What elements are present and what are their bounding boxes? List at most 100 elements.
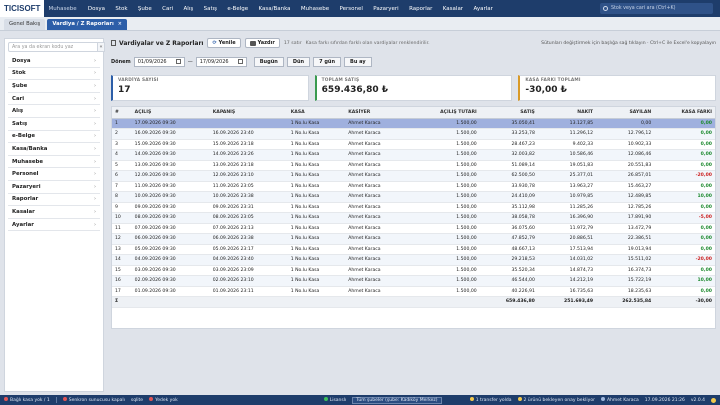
column-header-nakit[interactable]: NAKİT: [537, 107, 597, 119]
sidebar-item-dosya[interactable]: Dosya ›: [8, 55, 100, 68]
menu-cari[interactable]: Cari: [157, 6, 178, 12]
cell-sales: 35.520,34: [479, 265, 538, 276]
menu-muhasebe[interactable]: Muhasebe: [296, 6, 335, 12]
cell-sales: 24.410,09: [479, 191, 538, 203]
column-header-acilis[interactable]: AÇILIŞ: [131, 107, 210, 119]
date-from-input[interactable]: 01/09/2026: [133, 56, 185, 67]
search-icon: [603, 6, 608, 11]
cell-cash-diff: 0,00: [654, 160, 715, 171]
menu-alis[interactable]: Alış: [178, 6, 198, 12]
status-approval[interactable]: 2 ürünü bekleyen onay bekliyor: [517, 397, 595, 403]
today-button[interactable]: Bugün: [253, 56, 284, 67]
table-row[interactable]: 13 05.09.2026 09:30 05.09.2026 23:17 1 No.l…: [112, 244, 715, 255]
menu-e-belge[interactable]: e-Belge: [222, 6, 253, 12]
chevron-right-icon: ›: [94, 221, 96, 228]
sidebar-item-sube[interactable]: Şube ›: [8, 80, 100, 93]
column-header-[interactable]: #: [112, 107, 132, 119]
table-row[interactable]: 8 10.09.2026 09:30 10.09.2026 23:38 1 No.lu…: [112, 191, 715, 203]
menu-stok[interactable]: Stok: [110, 6, 133, 12]
table-row[interactable]: 17 01.09.2026 09:30 01.09.2026 23:11 1 No.l…: [112, 286, 715, 297]
cell-cashier: Ahmet Karaca: [345, 244, 409, 255]
column-header-kasa[interactable]: KASA: [287, 107, 346, 119]
sidebar-item-personel[interactable]: Personel ›: [8, 168, 100, 181]
menu-ayarlar[interactable]: Ayarlar: [468, 6, 498, 12]
menu-satis[interactable]: Satış: [198, 6, 222, 12]
sidebar-item-alis[interactable]: Alış ›: [8, 105, 100, 118]
status-transfer[interactable]: 1 transfer yolda: [469, 397, 512, 403]
tab-shift-reports[interactable]: Vardiya / Z Raporları ×: [47, 19, 127, 30]
table-row[interactable]: 1 17.09.2026 09:30 1 No.lu Kasa Ahmet Karac…: [112, 118, 715, 129]
cell-closing-time: 06.09.2026 23:38: [209, 233, 288, 245]
cell-counted: 13.472,79: [596, 223, 655, 234]
table-row[interactable]: 11 07.09.2026 09:30 07.09.2026 23:13 1 No.l…: [112, 223, 715, 234]
sidebar-item-muhasebe[interactable]: Muhasebe ›: [8, 156, 100, 169]
status-dot-icon: [149, 397, 154, 401]
cell-opening-time: 10.09.2026 09:30: [131, 191, 210, 203]
column-header-kapanis[interactable]: KAPANIŞ: [209, 107, 288, 119]
table-row[interactable]: 14 04.09.2026 09:30 04.09.2026 23:40 1 No.l…: [112, 254, 715, 266]
refresh-button[interactable]: ⟳ Yenile: [207, 38, 241, 48]
this-month-button[interactable]: Bu ay: [344, 56, 372, 67]
chevron-right-icon: ›: [94, 158, 96, 165]
sidebar-item-satis[interactable]: Satış ›: [8, 118, 100, 131]
menu-pazaryeri[interactable]: Pazaryeri: [368, 6, 404, 12]
yesterday-button[interactable]: Dün: [286, 56, 311, 67]
collapse-sidebar-button[interactable]: «: [97, 42, 105, 52]
cell-sales: 40.226,91: [479, 286, 538, 297]
cell-row-index: 13: [112, 244, 132, 255]
column-header-satis[interactable]: SATIŞ: [479, 107, 538, 119]
sidebar-item-raporlar[interactable]: Raporlar ›: [8, 194, 100, 207]
branch-selector[interactable]: Tüm şubeler (şube: Kadıköy Merkez): [352, 396, 442, 404]
cell-counted: 19.013,94: [596, 244, 655, 255]
table-row[interactable]: 7 11.09.2026 09:30 11.09.2026 23:05 1 No.lu…: [112, 181, 715, 192]
cell-cash: 9.402,33: [537, 139, 597, 150]
cell-sales: 47.852,79: [479, 233, 538, 245]
menu-sube[interactable]: Şube: [133, 6, 157, 12]
table-row[interactable]: 3 15.09.2026 09:30 15.09.2026 23:18 1 No.lu…: [112, 139, 715, 150]
table-row[interactable]: 16 02.09.2026 09:30 02.09.2026 23:10 1 No.l…: [112, 275, 715, 287]
sidebar-item-pazaryeri[interactable]: Pazaryeri ›: [8, 181, 100, 194]
table-row[interactable]: 9 09.09.2026 09:30 09.09.2026 23:31 1 No.lu…: [112, 202, 715, 213]
cell-register: 1 No.lu Kasa: [287, 128, 346, 140]
tab-overview[interactable]: Genel Bakış: [4, 19, 46, 30]
column-header-kasa-farki[interactable]: KASA FARKI: [654, 107, 715, 119]
sidebar-item-kasa-banka[interactable]: Kasa/Banka ›: [8, 143, 100, 156]
global-search[interactable]: Stok veya cari ara (Ctrl+K): [600, 3, 713, 14]
menu-kasalar[interactable]: Kasalar: [438, 6, 469, 12]
sidebar-item-stok[interactable]: Stok ›: [8, 68, 100, 81]
sidebar-item-cari[interactable]: Cari ›: [8, 93, 100, 106]
table-row[interactable]: 5 13.09.2026 09:30 13.09.2026 23:18 1 No.lu…: [112, 160, 715, 171]
table-row[interactable]: 10 08.09.2026 09:30 08.09.2026 23:05 1 No.l…: [112, 212, 715, 224]
table-row[interactable]: 2 16.09.2026 09:30 16.09.2026 23:40 1 No.lu…: [112, 128, 715, 140]
table-row[interactable]: 4 14.09.2026 09:30 14.09.2026 23:26 1 No.lu…: [112, 149, 715, 161]
last-7-days-button[interactable]: 7 gün: [313, 56, 342, 67]
sidebar-item-e-belge[interactable]: e-Belge ›: [8, 131, 100, 144]
cell-sales: 48.667,13: [479, 244, 538, 255]
status-dot-icon: [469, 397, 474, 401]
notification-icon[interactable]: [711, 397, 716, 403]
cell-opening-amount: 1.500,00: [408, 181, 480, 192]
sidebar-item-kasalar[interactable]: Kasalar ›: [8, 206, 100, 219]
table-row[interactable]: 15 03.09.2026 09:30 03.09.2026 23:09 1 No.l…: [112, 265, 715, 276]
cell-row-index: 14: [112, 254, 132, 266]
column-header-kasiyer[interactable]: KASİYER: [345, 107, 409, 119]
status-user[interactable]: Ahmet Karaca: [600, 397, 639, 403]
cell-opening-time: 02.09.2026 09:30: [131, 275, 210, 287]
cell-row-index: 5: [112, 160, 132, 171]
menu-personel[interactable]: Personel: [334, 6, 368, 12]
cell-closing-time: 01.09.2026 23:11: [209, 286, 288, 297]
sidebar-item-ayarlar[interactable]: Ayarlar ›: [8, 219, 100, 232]
table-row[interactable]: 6 12.09.2026 09:30 12.09.2026 23:10 1 No.lu…: [112, 170, 715, 182]
close-icon[interactable]: ×: [118, 21, 122, 27]
print-button[interactable]: Yazdır: [244, 38, 280, 48]
table-row[interactable]: 12 06.09.2026 09:30 06.09.2026 23:38 1 No.l…: [112, 233, 715, 245]
cell-opening-time: 17.09.2026 09:30: [131, 118, 210, 129]
menu-dosya[interactable]: Dosya: [83, 6, 110, 12]
column-header-acilis-tutari[interactable]: AÇILIŞ TUTARI: [408, 107, 480, 119]
sidebar-search-input[interactable]: Ara ya da ekran kodu yaz: [8, 42, 100, 52]
date-to-input[interactable]: 17/09/2026: [195, 56, 247, 67]
column-header-sayilan[interactable]: SAYILAN: [596, 107, 655, 119]
cell-counted: 26.857,01: [596, 170, 655, 182]
menu-raporlar[interactable]: Raporlar: [404, 6, 438, 12]
menu-kasa-banka[interactable]: Kasa/Banka: [253, 6, 295, 12]
